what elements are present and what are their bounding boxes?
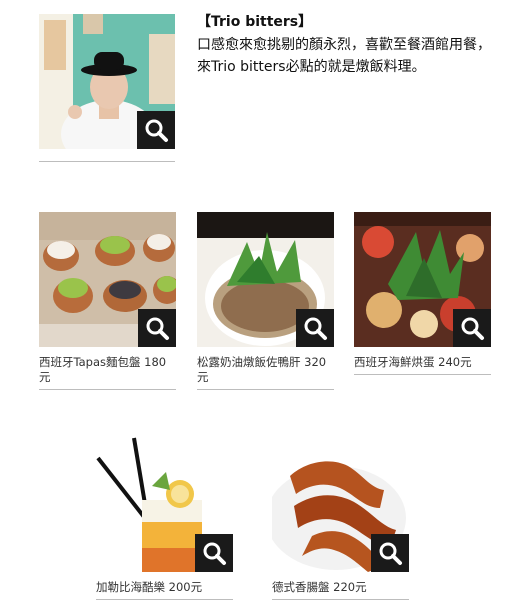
dish-caption: 加勒比海酷樂 200元 [96,580,233,600]
intro-divider [39,161,175,162]
chef-portrait-photo[interactable] [39,14,175,149]
dish-card-risotto[interactable]: 松露奶油燉飯佐鴨肝 320元 [197,212,334,390]
zoom-button[interactable] [296,309,334,347]
zoom-button[interactable] [371,534,409,572]
magnifier-icon [146,317,169,340]
magnifier-icon [461,317,484,340]
seafood-omelette-photo[interactable] [354,212,491,347]
zoom-button[interactable] [137,111,175,149]
dish-caption: 西班牙Tapas麵包盤 180元 [39,355,176,390]
dish-card-sausage[interactable]: 德式香腸盤 220元 [272,436,409,600]
magnifier-icon [203,542,226,565]
zoom-button[interactable] [453,309,491,347]
dish-card-seafood[interactable]: 西班牙海鮮烘蛋 240元 [354,212,491,375]
zoom-button[interactable] [195,534,233,572]
tapas-bread-plate-photo[interactable] [39,212,176,347]
dish-caption: 松露奶油燉飯佐鴨肝 320元 [197,355,334,390]
intro-title: 【Trio bitters】 [197,14,313,30]
dish-caption: 德式香腸盤 220元 [272,580,409,600]
dish-caption: 西班牙海鮮烘蛋 240元 [354,355,491,375]
magnifier-icon [145,119,168,142]
caribbean-cooler-photo[interactable] [96,436,233,572]
intro-description: 口感愈來愈挑剔的顏永烈，喜歡至餐酒館用餐，來Trio bitters必點的就是燉… [197,37,491,75]
magnifier-icon [304,317,327,340]
truffle-risotto-photo[interactable] [197,212,334,347]
intro-text-block: 【Trio bitters】 口感愈來愈挑剔的顏永烈，喜歡至餐酒館用餐，來Tri… [197,12,497,78]
zoom-button[interactable] [138,309,176,347]
german-sausage-plate-photo[interactable] [272,436,409,572]
dish-card-cocktail[interactable]: 加勒比海酷樂 200元 [96,436,233,600]
magnifier-icon [379,542,402,565]
dish-card-tapas[interactable]: 西班牙Tapas麵包盤 180元 [39,212,176,390]
